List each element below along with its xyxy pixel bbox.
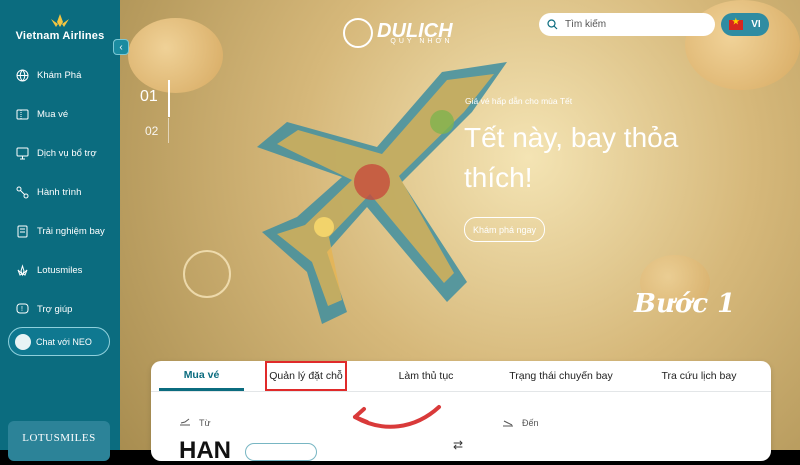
watermark-title: DULICH	[377, 19, 453, 42]
blossom-decoration	[183, 250, 231, 298]
sidebar-nav: Khám Phá Mua vé Dịch vụ bổ trợ Hành trìn…	[0, 56, 120, 329]
sidebar-item-hanh-trinh[interactable]: Hành trình	[0, 173, 120, 212]
to-label-text: Đến	[522, 418, 539, 428]
sidebar-item-trai-nghiem-bay[interactable]: Trải nghiệm bay	[0, 212, 120, 251]
slide-track	[168, 118, 169, 143]
language-selector[interactable]: VI	[721, 13, 769, 36]
ticket-icon	[15, 108, 29, 122]
sail-logo-icon	[343, 18, 373, 48]
sidebar-item-label: Trợ giúp	[37, 304, 73, 315]
language-code: VI	[751, 19, 761, 30]
departure-plane-icon	[180, 418, 190, 426]
vietnam-flag-icon	[729, 17, 744, 30]
from-label: Từ	[179, 417, 211, 429]
sidebar-item-label: Lotusmiles	[37, 265, 83, 276]
slide-02[interactable]: 02	[145, 124, 158, 138]
sidebar-item-tro-giup[interactable]: ! Trợ giúp	[0, 290, 120, 329]
vietnam-airlines-logo[interactable]: Vietnam Airlines	[0, 0, 120, 55]
brand-name: Vietnam Airlines	[15, 29, 105, 42]
tab-trang-thai-chuyen-bay[interactable]: Trạng thái chuyến bay	[501, 361, 621, 391]
to-label: Đến	[502, 417, 539, 429]
sidebar-item-kham-pha[interactable]: Khám Phá	[0, 56, 120, 95]
arrival-plane-icon	[503, 420, 513, 427]
neo-avatar-icon	[15, 333, 31, 350]
route-icon	[15, 186, 29, 200]
booking-tabs: Mua vé Quản lý đặt chỗ Làm thủ tục Trạng…	[151, 361, 771, 392]
tab-mua-ve[interactable]: Mua vé	[159, 361, 244, 391]
chat-label: Chat với NEO	[36, 336, 92, 347]
document-icon	[15, 225, 29, 239]
sidebar-item-label: Khám Phá	[37, 70, 82, 81]
lotus-icon	[15, 264, 29, 278]
sidebar-item-mua-ve[interactable]: Mua vé	[0, 95, 120, 134]
service-icon	[15, 147, 29, 161]
promo-title: Tết này, bay thỏa thích!	[464, 122, 679, 193]
booking-card: Mua vé Quản lý đặt chỗ Làm thủ tục Trạng…	[151, 361, 771, 464]
slide-01[interactable]: 01	[140, 88, 158, 106]
active-slide-indicator	[168, 80, 170, 117]
slide-counter: 01 02	[140, 88, 158, 138]
annotation-arrow-icon	[353, 405, 441, 429]
promo-eyebrow: Giá vé hấp dẫn cho mùa Tết	[465, 96, 573, 106]
tab-lam-thu-tuc[interactable]: Làm thủ tục	[381, 361, 471, 391]
sidebar-item-label: Dịch vụ bổ trợ	[37, 148, 97, 159]
highlight-box	[265, 361, 347, 391]
globe-icon	[15, 69, 29, 83]
search-input[interactable]: Tìm kiếm	[539, 13, 715, 36]
dulich-watermark: DULICH QUY NHƠN	[343, 13, 463, 53]
lotus-logo-icon	[48, 13, 72, 28]
from-airport-pill[interactable]	[245, 443, 317, 461]
help-icon: !	[15, 303, 29, 317]
sidebar-item-label: Mua vé	[37, 109, 69, 120]
sidebar-item-label: Trải nghiệm bay	[37, 226, 105, 237]
lotusmiles-banner[interactable]: LOTUSMILES	[8, 421, 110, 461]
step-label: Bước 1	[634, 289, 736, 319]
sidebar-item-dich-vu-bo-tro[interactable]: Dịch vụ bổ trợ	[0, 134, 120, 173]
collapse-sidebar-button[interactable]: ‹	[113, 39, 129, 55]
tab-tra-cuu-lich-bay[interactable]: Tra cứu lịch bay	[649, 361, 749, 391]
sidebar: Vietnam Airlines ‹ Khám Phá Mua vé Dịch …	[0, 0, 129, 461]
from-airport-code[interactable]: HAN	[179, 437, 231, 465]
lantern-decoration	[128, 18, 223, 93]
svg-text:!: !	[21, 306, 23, 313]
sidebar-item-label: Hành trình	[37, 187, 82, 198]
explore-now-button[interactable]: Khám phá ngay	[464, 217, 545, 242]
search-placeholder: Tìm kiếm	[565, 19, 607, 30]
chat-with-neo-button[interactable]: Chat với NEO	[8, 327, 110, 356]
search-icon	[547, 19, 558, 30]
sidebar-item-lotusmiles[interactable]: Lotusmiles	[0, 251, 120, 290]
from-label-text: Từ	[199, 418, 211, 428]
